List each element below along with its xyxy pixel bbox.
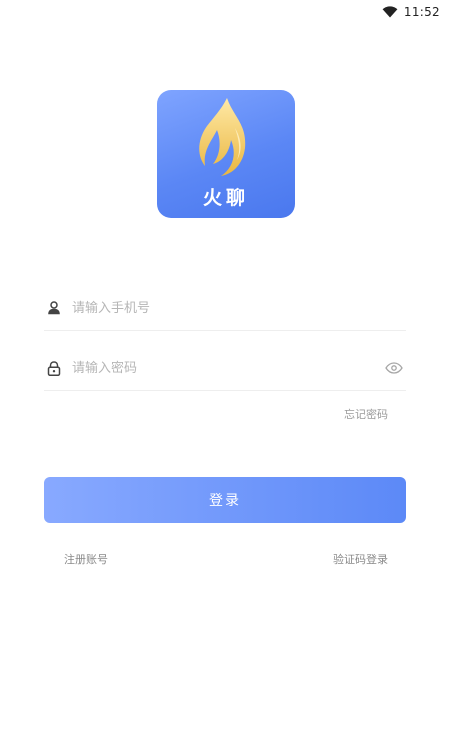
app-logo: 火聊	[157, 90, 295, 218]
wifi-icon	[382, 6, 398, 18]
flame-icon	[199, 98, 246, 176]
register-link[interactable]: 注册账号	[64, 551, 108, 567]
forgot-password-link[interactable]: 忘记密码	[344, 406, 388, 422]
user-icon	[46, 300, 62, 316]
phone-input[interactable]	[72, 293, 406, 323]
phone-field	[44, 286, 406, 331]
password-input[interactable]	[72, 353, 384, 383]
lock-icon	[46, 360, 62, 376]
login-button[interactable]: 登录	[44, 477, 406, 523]
sms-login-link[interactable]: 验证码登录	[333, 551, 388, 567]
eye-icon[interactable]	[384, 361, 404, 375]
logo-text: 火聊	[202, 187, 249, 209]
password-field	[44, 346, 406, 391]
status-time: 11:52	[403, 5, 440, 19]
status-bar: 11:52	[382, 0, 450, 24]
login-screen: 11:52 火聊 请输入手机号 忘记密码 登录 注册账号 验证码登录	[0, 0, 450, 750]
